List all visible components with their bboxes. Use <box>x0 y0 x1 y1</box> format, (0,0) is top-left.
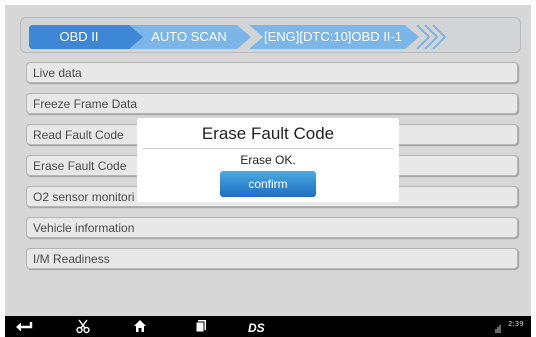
breadcrumb-label: [ENG][DTC:10]OBD II-1 <box>264 29 402 44</box>
breadcrumb-item-auto-scan[interactable]: AUTO SCAN <box>129 25 251 55</box>
breadcrumb-item-obd2[interactable]: OBD II <box>29 25 147 55</box>
recent-apps-icon[interactable] <box>194 319 208 334</box>
breadcrumb-chevrons-icon <box>416 25 447 49</box>
back-icon[interactable] <box>15 319 33 334</box>
breadcrumb-label: OBD II <box>59 29 99 44</box>
dialog-divider <box>143 148 393 149</box>
menu-item-freeze-frame[interactable]: Freeze Frame Data <box>26 93 518 114</box>
bottom-nav-bar: DS 2:39 <box>5 316 531 337</box>
home-icon[interactable] <box>133 319 147 334</box>
menu-item-im-readiness[interactable]: I/M Readiness <box>26 248 518 269</box>
menu-item-live-data[interactable]: Live data <box>26 62 518 83</box>
breadcrumb-label: AUTO SCAN <box>151 29 227 44</box>
clock: 2:39 <box>508 320 524 328</box>
breadcrumb: OBD II AUTO SCAN [ENG][DTC:10]OBD II-1 <box>20 17 521 53</box>
dialog-message: Erase OK. <box>240 153 296 167</box>
scissors-icon[interactable] <box>76 319 90 334</box>
signal-icon <box>495 325 501 333</box>
ds-logo-text: DS <box>248 321 265 335</box>
breadcrumb-item-eng-dtc[interactable]: [ENG][DTC:10]OBD II-1 <box>249 25 419 55</box>
menu-item-vehicle-info[interactable]: Vehicle information <box>26 217 518 238</box>
ds-logo: DS <box>248 321 265 335</box>
erase-result-dialog: Erase Fault Code Erase OK. confirm <box>137 118 399 202</box>
dialog-title: Erase Fault Code <box>201 124 335 143</box>
confirm-button[interactable]: confirm <box>220 171 316 197</box>
